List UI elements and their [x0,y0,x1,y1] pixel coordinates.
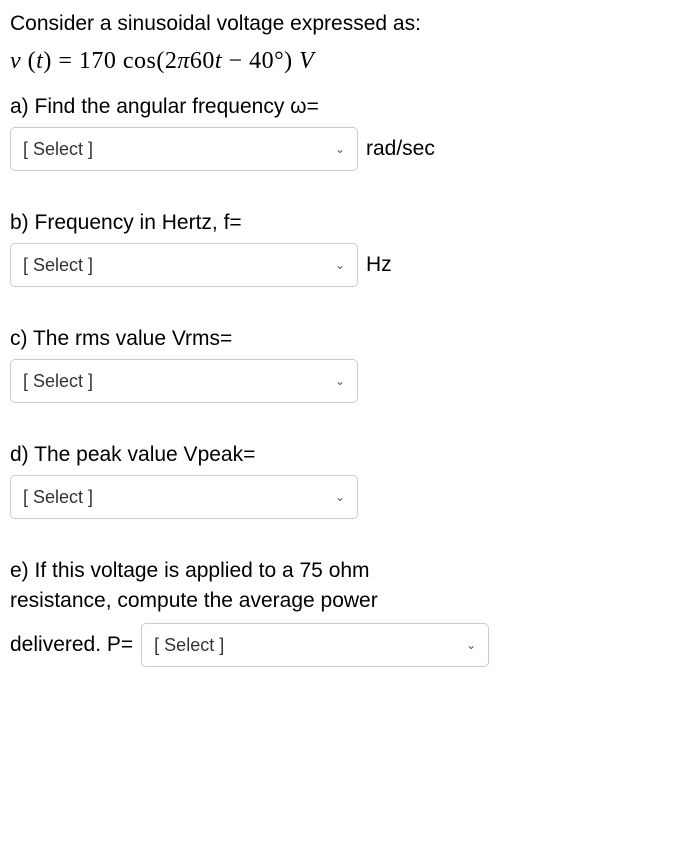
select-c[interactable]: [ Select ] ⌄ [10,359,358,403]
chevron-down-icon: ⌄ [335,374,345,388]
select-d[interactable]: [ Select ] ⌄ [10,475,358,519]
select-b-value: [ Select ] [23,255,93,276]
select-c-value: [ Select ] [23,371,93,392]
select-b[interactable]: [ Select ] ⌄ [10,243,358,287]
question-d-text: d) The peak value Vpeak= [10,443,684,467]
select-d-value: [ Select ] [23,487,93,508]
question-a: a) Find the angular frequency ω= [ Selec… [10,95,684,171]
question-d: d) The peak value Vpeak= [ Select ] ⌄ [10,443,684,519]
question-a-label: a) Find the angular frequency ω= [10,95,319,118]
select-e[interactable]: [ Select ] ⌄ [141,623,489,667]
select-e-value: [ Select ] [154,635,224,656]
question-e: e) If this voltage is applied to a 75 oh… [10,559,684,667]
chevron-down-icon: ⌄ [335,490,345,504]
question-e-line1: e) If this voltage is applied to a 75 oh… [10,559,684,583]
question-c-text: c) The rms value Vrms= [10,327,684,351]
select-a-value: [ Select ] [23,139,93,160]
question-e-line2: resistance, compute the average power [10,589,684,613]
question-b: b) Frequency in Hertz, f= [ Select ] ⌄ H… [10,211,684,287]
equation: v (t) = 170 cos(2π60t − 40°) V [10,48,684,75]
chevron-down-icon: ⌄ [335,258,345,272]
unit-a: rad/sec [366,137,435,161]
question-b-text: b) Frequency in Hertz, f= [10,211,684,235]
question-a-text: a) Find the angular frequency ω= [10,95,684,119]
select-a[interactable]: [ Select ] ⌄ [10,127,358,171]
chevron-down-icon: ⌄ [466,638,476,652]
question-e-prefix: delivered. P= [10,633,133,657]
chevron-down-icon: ⌄ [335,142,345,156]
question-c: c) The rms value Vrms= [ Select ] ⌄ [10,327,684,403]
intro-text: Consider a sinusoidal voltage expressed … [10,12,684,36]
unit-b: Hz [366,253,392,277]
